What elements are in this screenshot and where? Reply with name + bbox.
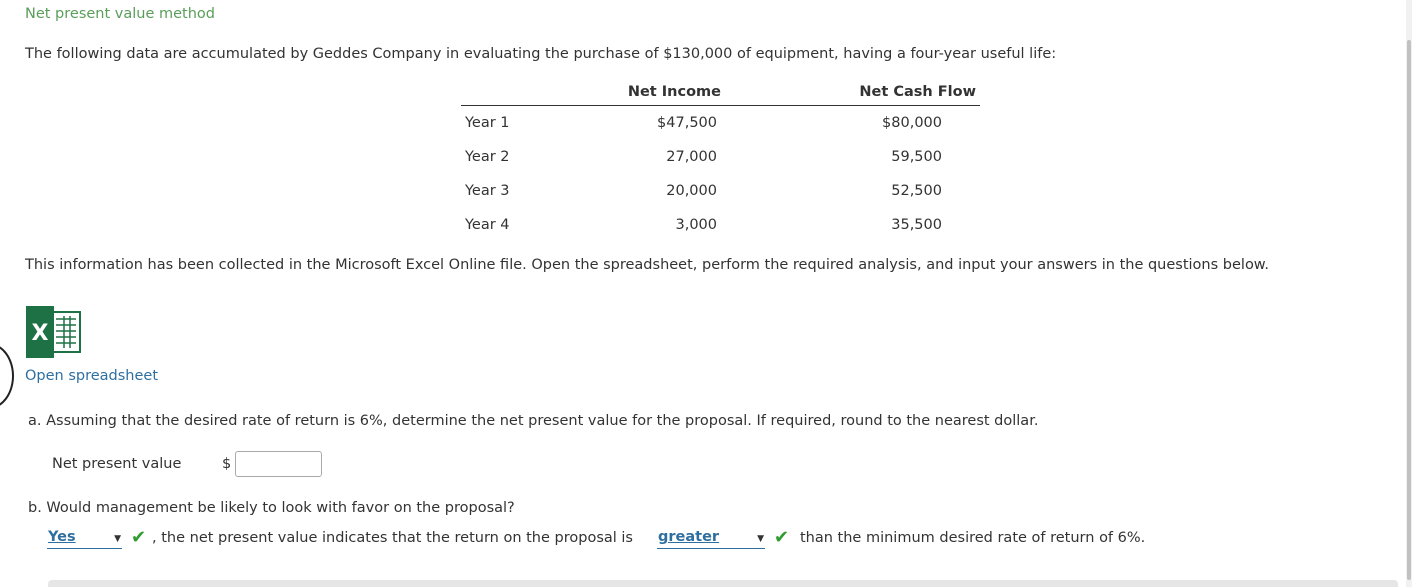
table-header-net-income: Net Income xyxy=(575,79,721,106)
net-cash-flow-cell: 35,500 xyxy=(891,217,942,233)
net-income-cell: 20,000 xyxy=(666,183,717,199)
favor-select-value: Yes xyxy=(48,529,76,545)
svg-text:X: X xyxy=(32,321,49,346)
check-icon: ✔ xyxy=(774,527,790,548)
table-header-blank xyxy=(461,79,575,106)
check-icon: ✔ xyxy=(131,527,147,548)
question-a-text: a. Assuming that the desired rate of ret… xyxy=(28,413,1039,429)
dropdown-arrow-icon: ▼ xyxy=(114,534,121,544)
year-cell: Year 3 xyxy=(465,183,510,199)
excel-icon[interactable]: X xyxy=(26,306,84,358)
net-income-cell: $47,500 xyxy=(657,115,717,131)
net-income-cell: 27,000 xyxy=(666,149,717,165)
page-title: Net present value method xyxy=(25,6,216,22)
currency-symbol: $ xyxy=(222,456,232,472)
year-cell: Year 1 xyxy=(465,115,510,131)
open-spreadsheet-link[interactable]: Open spreadsheet xyxy=(25,368,158,384)
net-cash-flow-cell: 59,500 xyxy=(891,149,942,165)
bottom-panel-edge xyxy=(48,580,1398,587)
answer-b-middle-text: , the net present value indicates that t… xyxy=(152,530,633,546)
data-table: Net Income Net Cash Flow Year 1 $47,500 … xyxy=(461,79,980,242)
comparison-select-value: greater xyxy=(658,529,720,545)
net-cash-flow-cell: 52,500 xyxy=(891,183,942,199)
table-row: Year 2 27,000 59,500 xyxy=(461,140,980,174)
npv-input[interactable] xyxy=(235,451,322,477)
dropdown-arrow-icon: ▼ xyxy=(757,534,764,544)
comparison-select[interactable]: greater ▼ xyxy=(657,529,765,549)
table-row: Year 4 3,000 35,500 xyxy=(461,208,980,242)
table-row: Year 3 20,000 52,500 xyxy=(461,174,980,208)
year-cell: Year 4 xyxy=(465,217,510,233)
info-text: This information has been collected in t… xyxy=(25,257,1269,273)
decorative-arc xyxy=(0,343,14,409)
table-header-net-cash-flow: Net Cash Flow xyxy=(721,79,980,106)
npv-label: Net present value xyxy=(52,456,182,472)
question-b-text: b. Would management be likely to look wi… xyxy=(28,500,515,516)
net-income-cell: 3,000 xyxy=(675,217,717,233)
table-row: Year 1 $47,500 $80,000 xyxy=(461,106,980,141)
favor-select[interactable]: Yes ▼ xyxy=(47,529,122,549)
answer-b-end-text: than the minimum desired rate of return … xyxy=(800,530,1146,546)
scrollbar-thumb[interactable] xyxy=(1407,40,1411,580)
year-cell: Year 2 xyxy=(465,149,510,165)
intro-text: The following data are accumulated by Ge… xyxy=(25,46,1057,62)
net-cash-flow-cell: $80,000 xyxy=(882,115,942,131)
